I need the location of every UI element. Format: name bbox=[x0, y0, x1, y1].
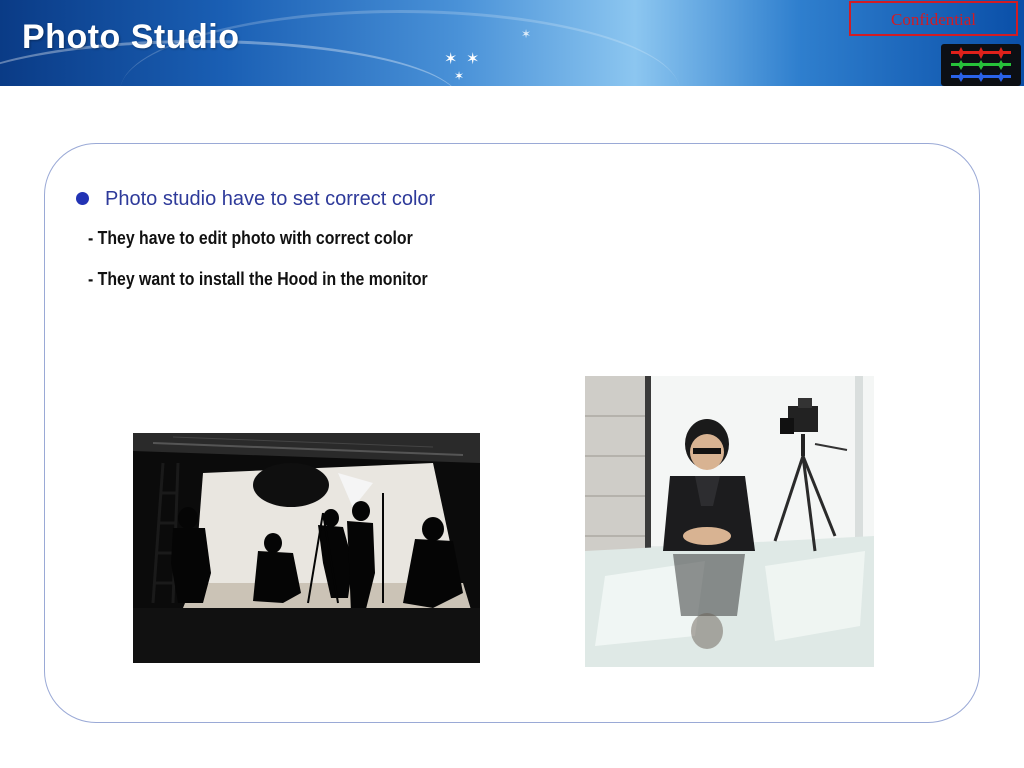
logo-green-row bbox=[951, 60, 1011, 70]
studio-photo bbox=[133, 433, 480, 663]
logo-blue-row bbox=[951, 72, 1011, 82]
logo-red-row bbox=[951, 47, 1011, 59]
company-logo bbox=[941, 44, 1021, 86]
sparkle-icon: ✶ bbox=[444, 51, 458, 68]
bullet-dot-icon bbox=[76, 192, 89, 205]
sparkle-icon: ✶ bbox=[466, 51, 480, 68]
sub-point: - They have to edit photo with correct c… bbox=[88, 228, 413, 248]
page-title: Photo Studio bbox=[22, 18, 240, 56]
header-banner: Photo Studio ✶ ✶ ✶ ✶ Confidential bbox=[0, 0, 1024, 86]
confidential-label: Confidential bbox=[849, 1, 1018, 36]
sparkle-icon: ✶ bbox=[521, 27, 532, 41]
sparkle-icon: ✶ bbox=[454, 69, 465, 83]
sub-point: - They want to install the Hood in the m… bbox=[88, 269, 428, 289]
bullet-text: Photo studio have to set correct color bbox=[105, 188, 436, 210]
photographer-photo bbox=[585, 376, 874, 667]
